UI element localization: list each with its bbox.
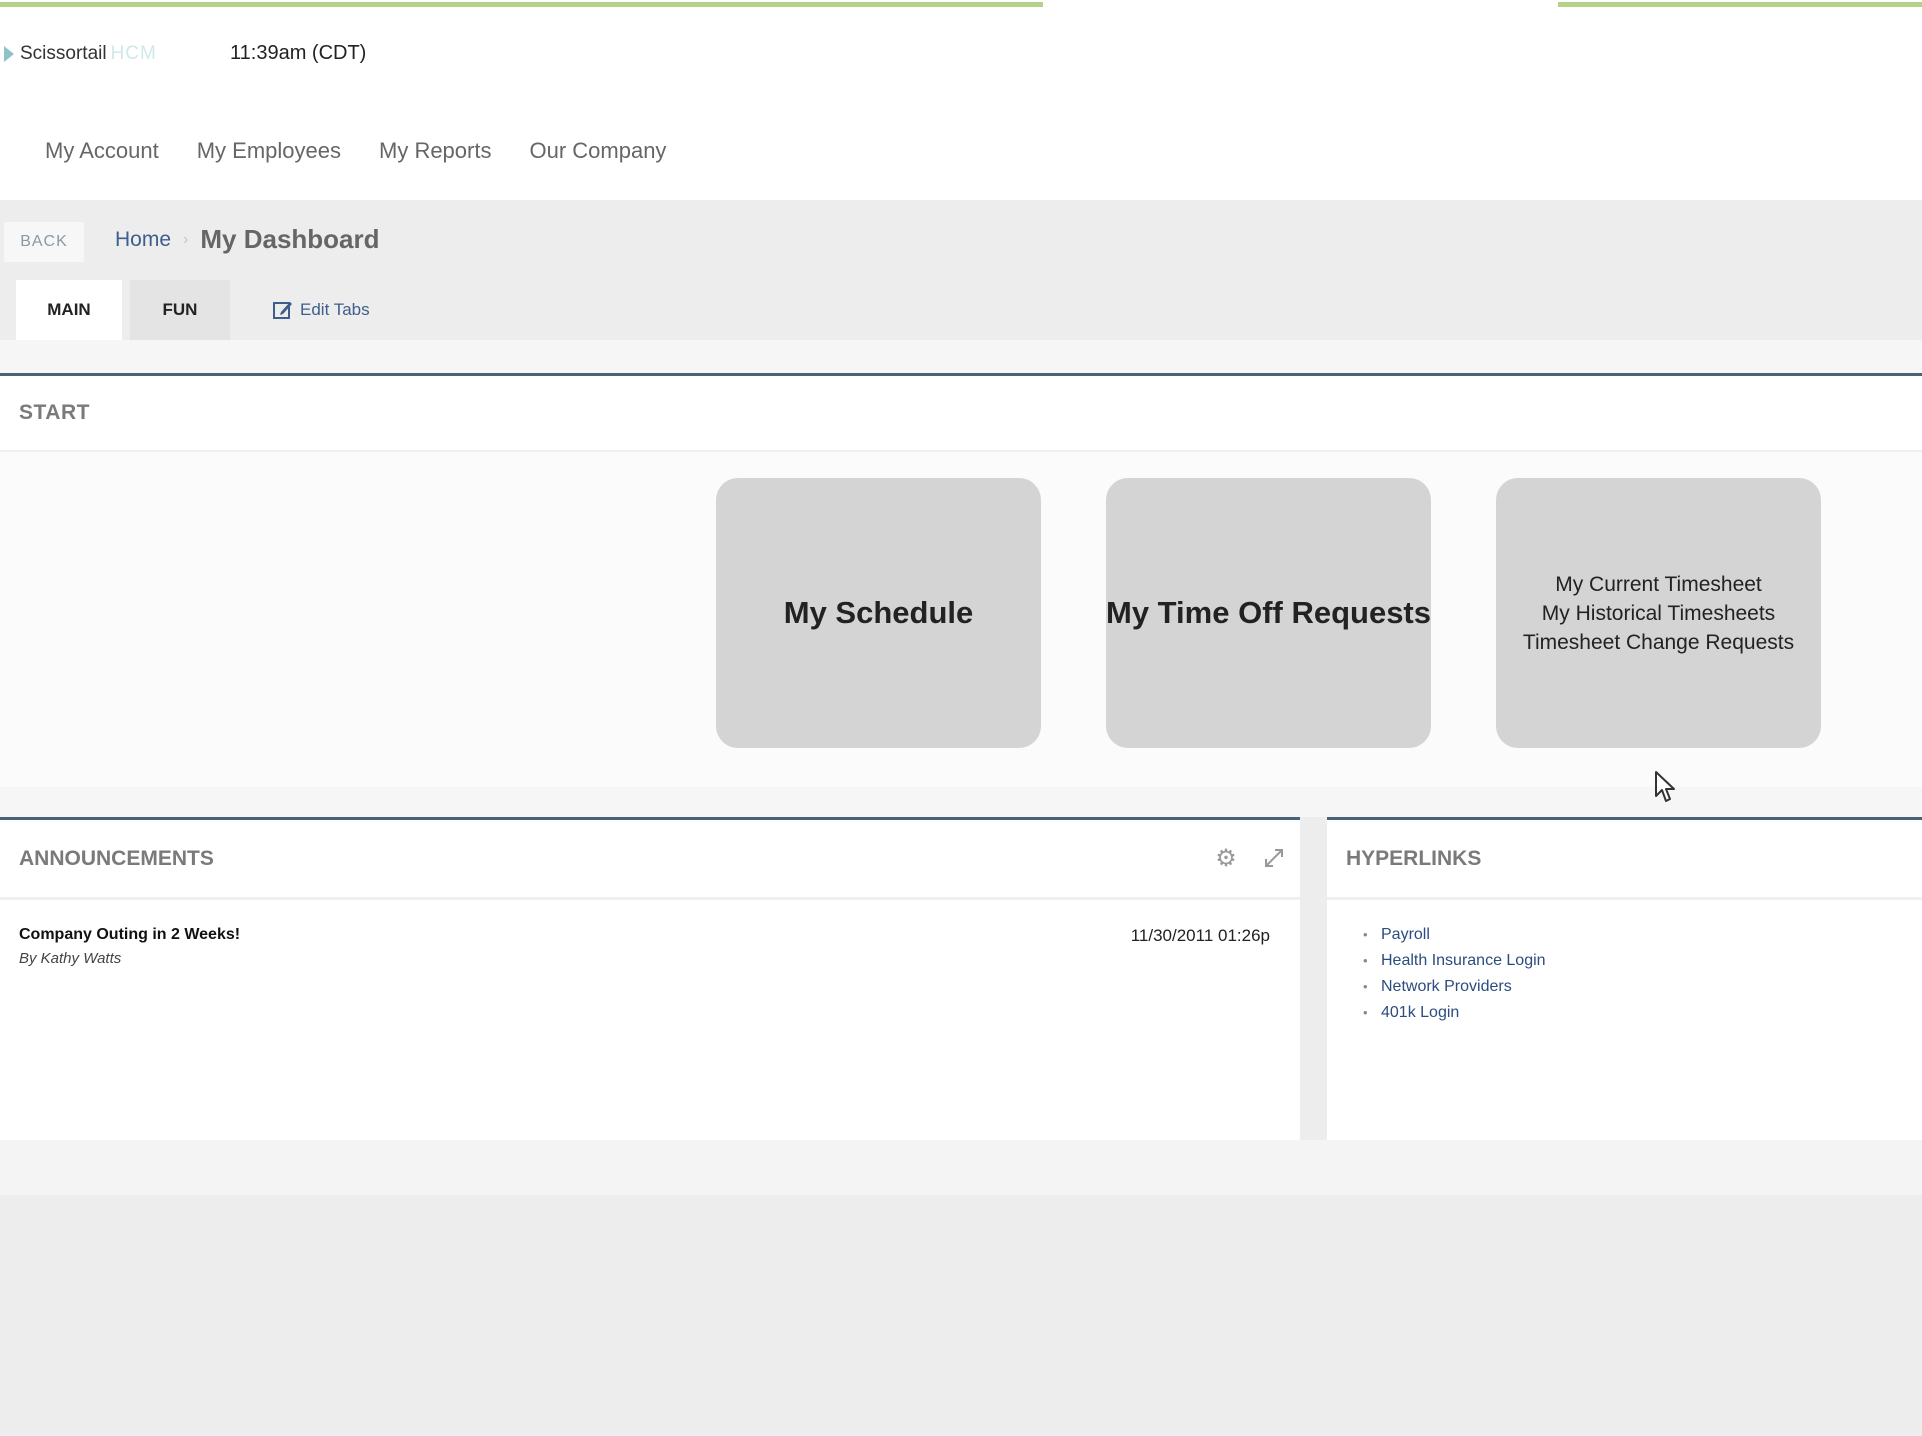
my-time-off-requests-tile[interactable]: My Time Off Requests: [1106, 478, 1431, 748]
announcements-title: ANNOUNCEMENTS: [19, 846, 214, 870]
nav-my-employees[interactable]: My Employees: [178, 132, 360, 170]
edit-icon: [273, 302, 292, 319]
announcements-panel: ANNOUNCEMENTS ⚙ Company Outing in 2 Week…: [0, 817, 1300, 1140]
spacer: [0, 1140, 1922, 1195]
nav-our-company[interactable]: Our Company: [510, 132, 685, 170]
breadcrumb: Home › My Dashboard: [115, 224, 380, 255]
expand-icon[interactable]: [1260, 844, 1288, 872]
spacer: [0, 340, 1922, 373]
announcements-header: ANNOUNCEMENTS ⚙: [0, 820, 1300, 900]
dashboard-page: Scissortail HCM 11:39am (CDT) My Account…: [0, 0, 1922, 1436]
main-nav: My Account My Employees My Reports Our C…: [26, 132, 685, 170]
start-panel-title: START: [0, 376, 1922, 452]
announcement-title[interactable]: Company Outing in 2 Weeks!: [19, 926, 1281, 944]
nav-my-reports[interactable]: My Reports: [360, 132, 510, 170]
spacer: [0, 787, 1922, 817]
nav-my-account[interactable]: My Account: [26, 132, 178, 170]
announcement-item[interactable]: Company Outing in 2 Weeks! By Kathy Watt…: [0, 900, 1300, 993]
timesheets-tile[interactable]: My Current Timesheet My Historical Times…: [1496, 478, 1821, 748]
hyperlinks-header: HYPERLINKS: [1327, 820, 1922, 900]
edit-tabs-label: Edit Tabs: [300, 300, 370, 319]
loading-progress-bar: [0, 0, 1922, 7]
link-network-providers[interactable]: Network Providers: [1363, 978, 1922, 996]
dashboard-tabs: MAIN FUN Edit Tabs: [16, 280, 370, 340]
announcement-date: 11/30/2011 01:26p: [1130, 926, 1270, 945]
breadcrumb-separator: ›: [183, 230, 189, 248]
my-schedule-tile[interactable]: My Schedule: [716, 478, 1041, 748]
gear-icon[interactable]: ⚙: [1212, 844, 1240, 872]
logo-suffix: HCM: [110, 43, 157, 64]
link-401k-login[interactable]: 401k Login: [1363, 1004, 1922, 1022]
tab-fun[interactable]: FUN: [130, 280, 230, 340]
mouse-cursor-icon: [1655, 771, 1675, 802]
logo-name: Scissortail: [20, 43, 107, 64]
timesheet-link-historical[interactable]: My Historical Timesheets: [1542, 599, 1775, 628]
timesheet-link-current[interactable]: My Current Timesheet: [1555, 570, 1762, 599]
back-button[interactable]: BACK: [4, 222, 84, 262]
start-panel: START My Schedule My Time Off Requests M…: [0, 373, 1922, 787]
breadcrumb-tabs-bar: BACK Home › My Dashboard MAIN FUN Edit T…: [0, 200, 1922, 340]
panel-actions: ⚙: [1212, 844, 1288, 872]
page-title: My Dashboard: [200, 224, 380, 254]
app-header: Scissortail HCM 11:39am (CDT) My Account…: [0, 7, 1922, 200]
hyperlinks-title: HYPERLINKS: [1346, 846, 1482, 870]
announcement-author: By Kathy Watts: [19, 950, 122, 967]
tab-main[interactable]: MAIN: [16, 280, 122, 340]
start-tiles: My Schedule My Time Off Requests My Curr…: [716, 478, 1821, 748]
hyperlinks-panel: HYPERLINKS Payroll Health Insurance Logi…: [1327, 817, 1922, 1140]
current-time: 11:39am (CDT): [230, 42, 367, 64]
link-health-insurance-login[interactable]: Health Insurance Login: [1363, 952, 1922, 970]
breadcrumb-home-link[interactable]: Home: [115, 228, 171, 252]
link-payroll[interactable]: Payroll: [1363, 926, 1922, 944]
app-logo[interactable]: Scissortail HCM: [4, 39, 157, 69]
logo-mark-icon: [4, 46, 14, 62]
edit-tabs-button[interactable]: Edit Tabs: [272, 280, 370, 340]
timesheet-link-change-requests[interactable]: Timesheet Change Requests: [1523, 628, 1794, 657]
hyperlinks-list: Payroll Health Insurance Login Network P…: [1327, 900, 1922, 1022]
